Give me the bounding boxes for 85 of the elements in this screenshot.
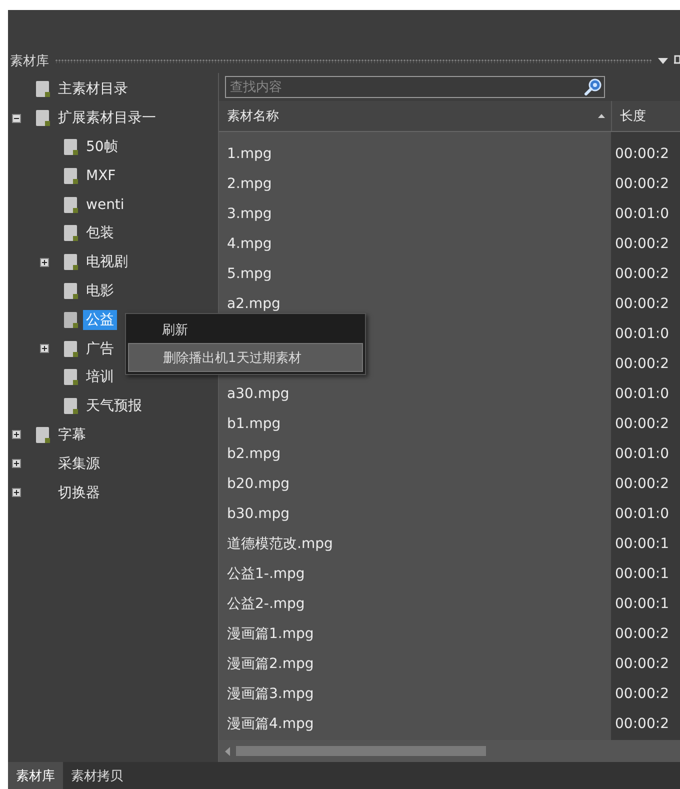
folder-icon	[63, 196, 79, 214]
folder-icon	[63, 166, 79, 185]
tree-item[interactable]: wenti	[83, 196, 128, 214]
file-name: 4.mpg	[227, 236, 272, 252]
tree-item[interactable]: 切换器	[55, 482, 103, 503]
file-name: 3.mpg	[227, 206, 272, 222]
folder-icon	[35, 426, 51, 444]
tree-item[interactable]: 50帧	[83, 136, 121, 157]
duration: 00:01:0	[615, 206, 669, 222]
sort-icon[interactable]	[598, 114, 605, 118]
file-name: 漫画篇1.mpg	[227, 626, 314, 642]
duration: 00:00:1	[615, 536, 669, 552]
panel-title: 素材库	[10, 53, 49, 70]
tree-item[interactable]: 扩展素材目录一	[55, 108, 159, 128]
expand-icon[interactable]	[12, 488, 21, 498]
menu-item[interactable]: 删除播出机1天过期素材	[128, 343, 363, 372]
scroll-left-icon[interactable]	[225, 746, 230, 756]
folder-icon	[63, 224, 79, 242]
duration: 00:00:2	[615, 626, 669, 642]
tree-item[interactable]: 采集源	[55, 454, 103, 474]
tree-item[interactable]: 主素材目录	[55, 79, 131, 100]
tree-item[interactable]: 培训	[83, 367, 117, 388]
dropdown-icon[interactable]	[658, 58, 668, 64]
folder-icon	[63, 138, 79, 156]
search-field[interactable]: 查找内容	[225, 76, 605, 98]
expand-icon[interactable]	[12, 430, 21, 440]
duration: 00:00:2	[615, 296, 669, 312]
tree-item[interactable]: 包装	[83, 223, 117, 244]
tab[interactable]: 素材库	[8, 762, 63, 789]
file-name: b1.mpg	[227, 416, 281, 432]
tree-item[interactable]: 电视剧	[83, 252, 131, 272]
duration: 00:00:1	[615, 596, 669, 612]
duration: 00:00:2	[615, 716, 669, 732]
file-name: 公益2-.mpg	[227, 596, 305, 612]
expand-icon[interactable]	[40, 258, 49, 267]
duration: 00:00:2	[615, 686, 669, 702]
duration: 00:00:2	[615, 236, 669, 252]
pin-icon[interactable]	[674, 55, 680, 67]
duration: 00:00:1	[615, 566, 669, 582]
duration: 00:00:2	[615, 416, 669, 432]
duration: 00:00:2	[615, 266, 669, 282]
duration: 00:00:2	[615, 356, 669, 372]
duration: 00:00:2	[615, 476, 669, 492]
file-name: 道德模范改.mpg	[227, 536, 333, 552]
folder-icon	[35, 80, 51, 98]
file-name: a2.mpg	[227, 296, 280, 312]
expand-icon[interactable]	[40, 344, 49, 354]
tree-item[interactable]: 天气预报	[83, 396, 145, 416]
folder-icon	[63, 253, 79, 272]
folder-icon	[63, 310, 79, 329]
file-name: b20.mpg	[227, 476, 290, 492]
file-name: 公益1-.mpg	[227, 566, 305, 582]
file-name: 5.mpg	[227, 266, 272, 282]
duration: 00:00:2	[615, 656, 669, 672]
search-icon[interactable]	[584, 78, 602, 96]
duration: 00:01:0	[615, 386, 669, 402]
column-header[interactable]: 素材名称	[219, 101, 611, 131]
file-name: 1.mpg	[227, 146, 272, 162]
file-name: a30.mpg	[227, 386, 290, 402]
column-header[interactable]: 长度	[611, 101, 680, 131]
file-name: 漫画篇2.mpg	[227, 656, 314, 672]
folder-icon	[63, 397, 79, 416]
scrollbar-thumb[interactable]	[236, 746, 486, 756]
tab[interactable]: 素材拷贝	[63, 762, 131, 789]
file-name: 漫画篇3.mpg	[227, 686, 314, 702]
folder-icon	[63, 282, 79, 300]
tree-item[interactable]: 字幕	[55, 424, 89, 445]
duration: 00:00:2	[615, 146, 669, 162]
folder-icon	[35, 109, 51, 128]
duration: 00:00:2	[615, 176, 669, 192]
file-name: 漫画篇4.mpg	[227, 716, 314, 732]
duration: 00:01:0	[615, 446, 669, 462]
tree-item[interactable]: MXF	[83, 166, 119, 185]
duration: 00:01:0	[615, 506, 669, 522]
tree-item[interactable]: 广告	[83, 338, 117, 359]
file-name: 2.mpg	[227, 176, 272, 192]
collapse-icon[interactable]	[12, 114, 21, 123]
menu-item[interactable]: 刷新	[128, 316, 363, 343]
expand-icon[interactable]	[12, 459, 21, 468]
file-name: b30.mpg	[227, 506, 290, 522]
tree-item[interactable]: 电影	[83, 280, 117, 301]
duration: 00:01:0	[615, 326, 669, 342]
file-name: b2.mpg	[227, 446, 281, 462]
folder-icon	[63, 340, 79, 358]
folder-icon	[63, 368, 79, 386]
